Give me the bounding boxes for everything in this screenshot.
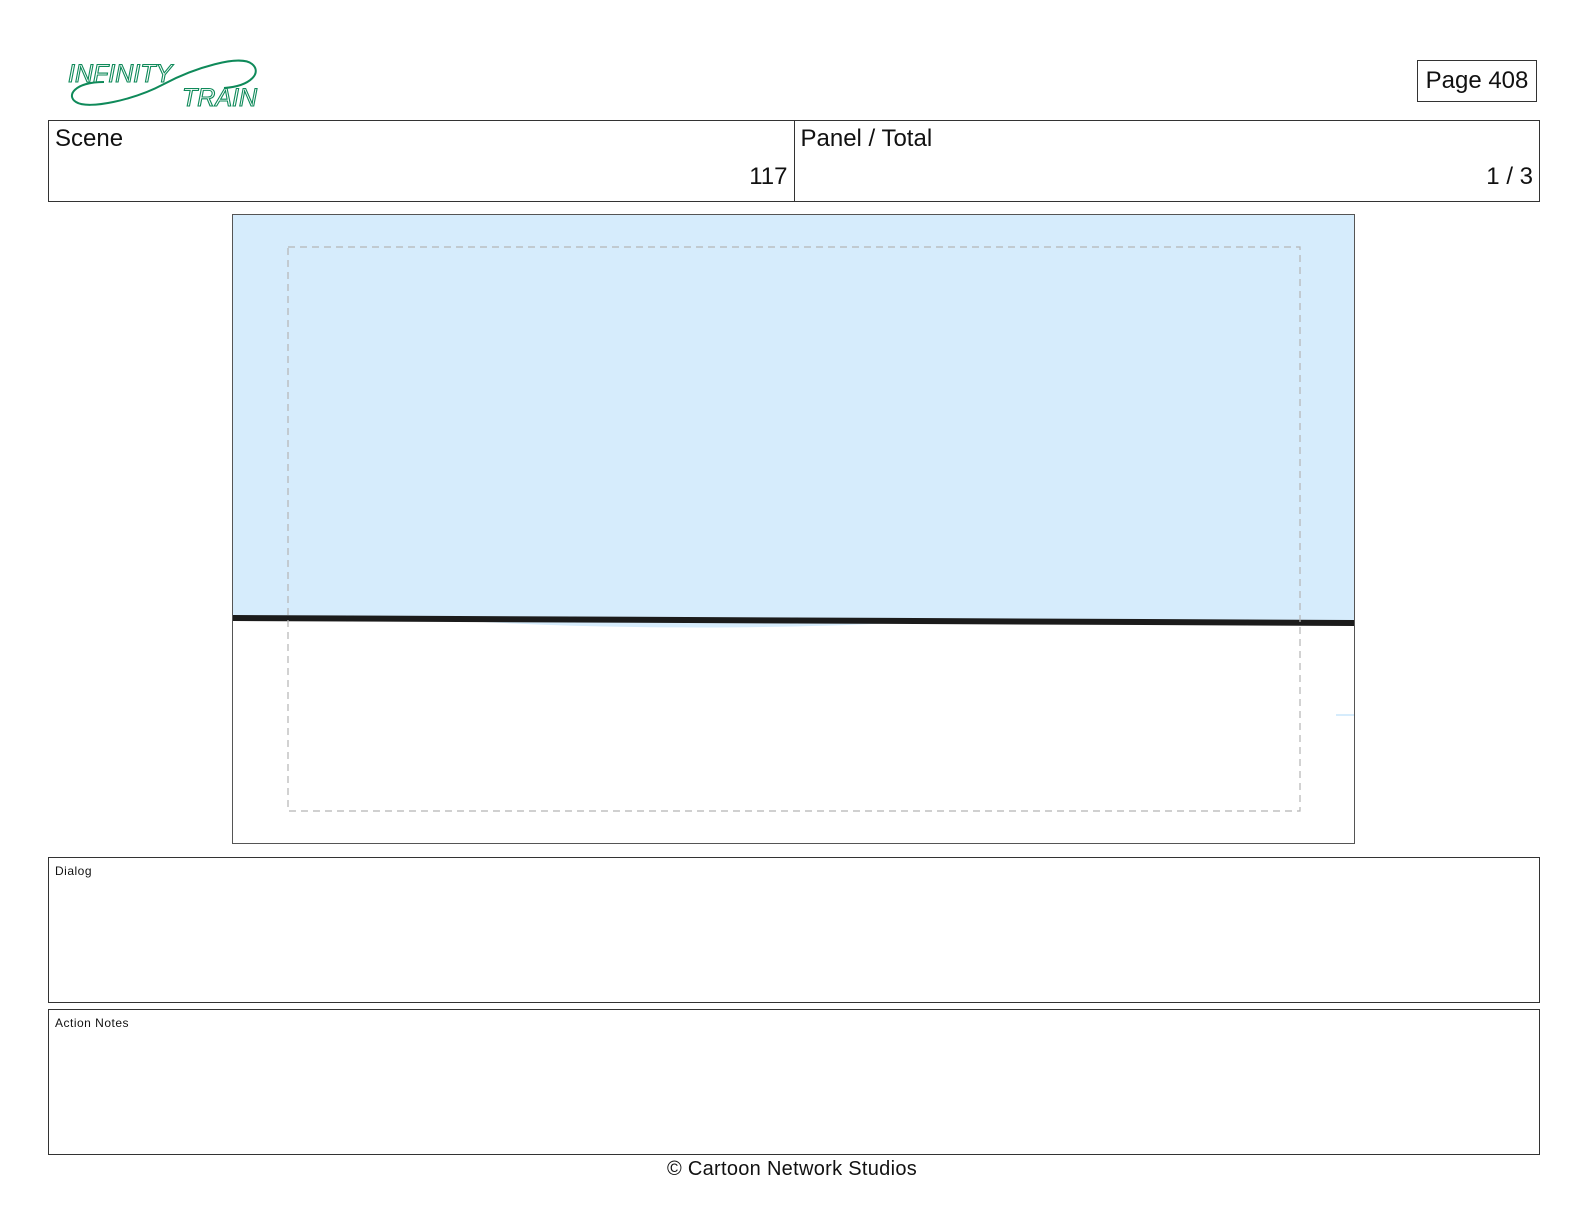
scene-cell: Scene 117 [49,121,794,201]
logo-text-train: TRAIN [182,84,258,112]
storyboard-panel [232,214,1355,844]
panel-value: 1 / 3 [1486,163,1533,190]
scene-value: 117 [749,163,788,190]
panel-cell: Panel / Total 1 / 3 [793,121,1540,201]
page-number: Page 408 [1417,60,1537,102]
sky-fill [233,215,1354,621]
action-notes-label: Action Notes [55,1016,130,1030]
copyright-footer: © Cartoon Network Studios [666,1158,918,1180]
logo-text-infinity: INFINITY [68,60,174,88]
panel-label: Panel / Total [800,125,933,152]
dialog-label: Dialog [55,864,93,878]
infinity-train-logo: INFINITY TRAIN [64,54,260,112]
scene-label: Scene [55,125,124,152]
scene-panel-table: Scene 117 Panel / Total 1 / 3 [48,120,1540,202]
dialog-box: Dialog [48,857,1540,1003]
action-notes-box: Action Notes [48,1009,1540,1155]
